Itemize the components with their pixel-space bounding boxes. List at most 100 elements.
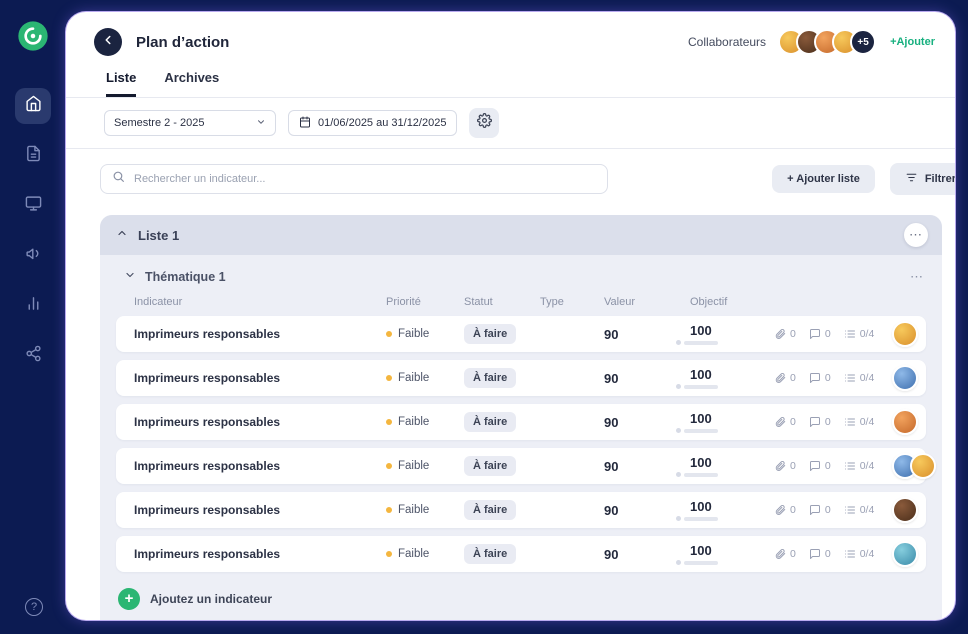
tasks-count[interactable]: 0/4 — [844, 328, 875, 340]
col-type: Type — [540, 296, 604, 308]
list-more-button[interactable]: ⋯ — [904, 223, 928, 247]
indicator-name[interactable]: Imprimeurs responsables — [134, 503, 386, 517]
filter-button[interactable]: Filtrer — [890, 163, 955, 195]
col-objective: Objectif — [676, 296, 774, 308]
indicator-name[interactable]: Imprimeurs responsables — [134, 327, 386, 341]
megaphone-icon — [25, 245, 42, 267]
tasks-count[interactable]: 0/4 — [844, 460, 875, 472]
attachments-count[interactable]: 0 — [774, 328, 796, 340]
comments-count[interactable]: 0 — [809, 504, 831, 516]
progress-bar — [684, 429, 718, 433]
sidebar-item-home[interactable] — [15, 88, 51, 124]
attachments-count[interactable]: 0 — [774, 548, 796, 560]
comment-icon — [809, 504, 821, 516]
semester-select-value: Semestre 2 - 2025 — [114, 117, 205, 129]
priority-label: Faible — [398, 548, 429, 560]
indicator-name[interactable]: Imprimeurs responsables — [134, 415, 386, 429]
sidebar-item-network[interactable] — [15, 338, 51, 374]
settings-button[interactable] — [469, 108, 499, 138]
assignee-avatar[interactable] — [892, 409, 918, 435]
assignee-avatar[interactable] — [892, 497, 918, 523]
status-badge[interactable]: À faire — [464, 456, 516, 476]
tab-archives[interactable]: Archives — [164, 70, 219, 97]
avatar-overflow-badge[interactable]: +5 — [850, 29, 876, 55]
chevron-up-icon[interactable] — [116, 226, 128, 244]
add-indicator-button[interactable]: + Ajoutez un indicateur — [118, 588, 926, 610]
value-cell: 90 — [604, 371, 676, 386]
add-list-button[interactable]: + Ajouter liste — [772, 165, 875, 193]
comment-icon — [809, 372, 821, 384]
progress-dot — [676, 560, 681, 565]
tasks-count[interactable]: 0/4 — [844, 548, 875, 560]
status-badge[interactable]: À faire — [464, 544, 516, 564]
table-row[interactable]: Imprimeurs responsables Faible À faire 9… — [116, 536, 926, 572]
value-cell: 90 — [604, 415, 676, 430]
plus-icon: + — [118, 588, 140, 610]
list-header[interactable]: Liste 1 ⋯ — [100, 215, 942, 255]
period-filter-row: Semestre 2 - 2025 01/06/2025 au 31/12/20… — [66, 98, 955, 149]
objective-value: 100 — [676, 367, 774, 382]
add-collaborator-button[interactable]: +Ajouter — [890, 36, 935, 48]
comments-count[interactable]: 0 — [809, 548, 831, 560]
theme-header[interactable]: Thématique 1 ⋯ — [100, 255, 942, 288]
checklist-icon — [844, 460, 856, 472]
indicator-name[interactable]: Imprimeurs responsables — [134, 371, 386, 385]
paperclip-icon — [774, 328, 786, 340]
attachments-count[interactable]: 0 — [774, 460, 796, 472]
attachments-count[interactable]: 0 — [774, 372, 796, 384]
progress-bar — [684, 517, 718, 521]
attachments-count[interactable]: 0 — [774, 504, 796, 516]
sidebar-item-announcements[interactable] — [15, 238, 51, 274]
sidebar-item-documents[interactable] — [15, 138, 51, 174]
table-row[interactable]: Imprimeurs responsables Faible À faire 9… — [116, 448, 926, 484]
sidebar-item-stats[interactable] — [15, 288, 51, 324]
tasks-count[interactable]: 0/4 — [844, 504, 875, 516]
back-button[interactable] — [94, 28, 122, 56]
collaborators-avatar-stack[interactable]: +5 — [778, 29, 876, 55]
assignee-avatar[interactable] — [892, 541, 918, 567]
table-row[interactable]: Imprimeurs responsables Faible À faire 9… — [116, 316, 926, 352]
comments-count[interactable]: 0 — [809, 460, 831, 472]
paperclip-icon — [774, 416, 786, 428]
col-indicator: Indicateur — [134, 296, 386, 308]
indicator-name[interactable]: Imprimeurs responsables — [134, 459, 386, 473]
main-card: Plan d’action Collaborateurs +5 +Ajouter… — [66, 12, 955, 620]
tasks-count[interactable]: 0/4 — [844, 372, 875, 384]
comments-count[interactable]: 0 — [809, 328, 831, 340]
sidebar-item-screen[interactable] — [15, 188, 51, 224]
progress-bar — [684, 473, 718, 477]
comment-icon — [809, 416, 821, 428]
attachments-count[interactable]: 0 — [774, 416, 796, 428]
home-icon — [25, 95, 42, 117]
priority-label: Faible — [398, 504, 429, 516]
status-badge[interactable]: À faire — [464, 324, 516, 344]
search-input[interactable] — [134, 173, 596, 185]
value-cell: 90 — [604, 547, 676, 562]
assignee-avatar[interactable] — [892, 365, 918, 391]
table-row[interactable]: Imprimeurs responsables Faible À faire 9… — [116, 360, 926, 396]
help-button[interactable]: ? — [25, 598, 43, 616]
comments-count[interactable]: 0 — [809, 416, 831, 428]
assignee-avatar[interactable] — [892, 321, 918, 347]
table-row[interactable]: Imprimeurs responsables Faible À faire 9… — [116, 404, 926, 440]
date-range-picker[interactable]: 01/06/2025 au 31/12/2025 — [288, 110, 457, 136]
progress-dot — [676, 384, 681, 389]
tab-bar: Liste Archives — [66, 56, 955, 98]
objective-value: 100 — [676, 323, 774, 338]
chevron-down-icon[interactable] — [124, 268, 136, 286]
value-cell: 90 — [604, 459, 676, 474]
theme-more-button[interactable]: ⋯ — [910, 269, 924, 285]
status-badge[interactable]: À faire — [464, 500, 516, 520]
tab-liste[interactable]: Liste — [106, 70, 136, 97]
search-box — [100, 164, 608, 194]
status-badge[interactable]: À faire — [464, 368, 516, 388]
progress-bar — [684, 561, 718, 565]
app-logo-icon — [17, 20, 49, 52]
status-badge[interactable]: À faire — [464, 412, 516, 432]
assignee-avatar[interactable] — [910, 453, 936, 479]
semester-select[interactable]: Semestre 2 - 2025 — [104, 110, 276, 136]
tasks-count[interactable]: 0/4 — [844, 416, 875, 428]
comments-count[interactable]: 0 — [809, 372, 831, 384]
table-row[interactable]: Imprimeurs responsables Faible À faire 9… — [116, 492, 926, 528]
indicator-name[interactable]: Imprimeurs responsables — [134, 547, 386, 561]
